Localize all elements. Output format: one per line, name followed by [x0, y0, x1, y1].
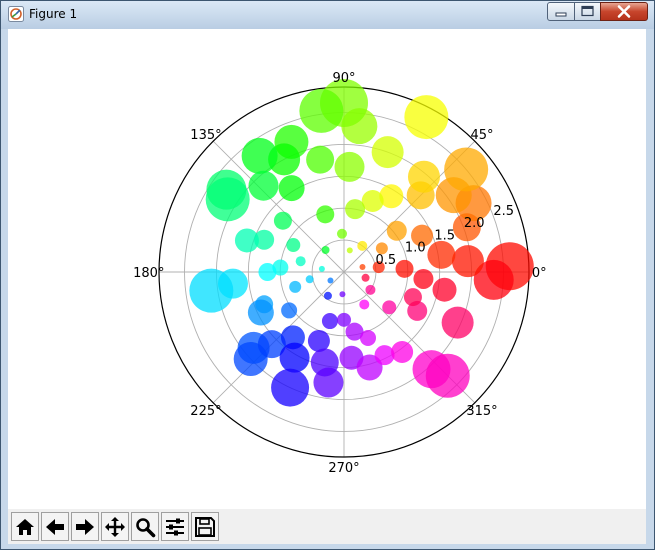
scatter-point-66 [339, 291, 346, 298]
pan-button[interactable] [101, 512, 129, 541]
matplotlib-figure-icon [8, 6, 24, 22]
scatter-point-22 [346, 247, 353, 254]
theta-tick-label-7: 315° [466, 404, 497, 419]
scatter-point-63 [321, 313, 338, 330]
maximize-button[interactable] [574, 2, 601, 21]
title-bar[interactable]: Figure 1 [1, 1, 654, 29]
scatter-point-71 [360, 329, 377, 346]
r-tick-label-2: 1.5 [434, 228, 455, 243]
zoom-button[interactable] [131, 512, 159, 541]
r-tick-label-3: 2.0 [464, 216, 485, 231]
scatter-point-3 [427, 240, 456, 269]
scatter-point-53 [327, 277, 334, 284]
scatter-point-77 [382, 300, 397, 315]
scatter-point-78 [365, 284, 376, 295]
sliders-icon [166, 518, 184, 536]
scatter-point-4 [413, 268, 434, 289]
window-title: Figure 1 [29, 7, 78, 21]
scatter-point-30 [316, 205, 335, 224]
scatter-point-29 [306, 145, 335, 174]
scatter-point-44 [318, 265, 325, 272]
plot-area[interactable]: 0.5 1.0 1.5 2.0 2.5 0° 45° 90° 135° 180° 225° 270°… [8, 29, 646, 509]
polar-scatter-chart[interactable]: 0.5 1.0 1.5 2.0 2.5 0° 45° 90° 135° 180° 225° 270°… [8, 29, 646, 509]
minimize-button[interactable] [547, 2, 575, 21]
save-button[interactable] [191, 512, 219, 541]
figure-canvas-area: 0.5 1.0 1.5 2.0 2.5 0° 45° 90° 135° 180° 225° 270°… [8, 29, 646, 544]
scatter-point-19 [404, 95, 449, 140]
r-tick-label-4: 2.5 [493, 204, 514, 219]
scatter-point-82 [361, 273, 370, 282]
scatter-point-72 [374, 345, 395, 366]
scatter-point-73 [359, 299, 370, 310]
scatter-point-80 [441, 306, 474, 339]
scatter-point-25 [334, 151, 365, 182]
subplots-button[interactable] [161, 512, 189, 541]
scatter-point-23 [345, 199, 366, 220]
scatter-point-27 [336, 228, 347, 239]
scatter-point-54 [281, 302, 298, 319]
scatter-point-28 [299, 88, 344, 133]
scatter-point-40 [286, 238, 301, 253]
floppy-disk-icon [195, 517, 215, 537]
scatter-point-37 [273, 211, 292, 230]
scatter-point-35 [321, 246, 330, 255]
scatter-point-49 [305, 275, 314, 284]
r-tick-label-1: 1.0 [405, 241, 426, 256]
back-button[interactable] [41, 512, 69, 541]
scatter-point-14 [386, 220, 407, 241]
scatter-point-83 [432, 277, 457, 302]
scatter-point-17 [357, 240, 368, 251]
theta-tick-label-1: 45° [471, 128, 494, 143]
navigation-toolbar [8, 509, 646, 544]
minimize-icon [555, 12, 567, 17]
scatter-point-59 [323, 291, 332, 300]
forward-button[interactable] [71, 512, 99, 541]
theta-tick-label-5: 225° [190, 404, 221, 419]
scatter-point-5 [395, 259, 414, 278]
theta-tick-label-6: 270° [328, 461, 359, 476]
home-icon [16, 519, 34, 535]
scatter-point-43 [295, 256, 306, 267]
scatter-point-48 [189, 268, 234, 313]
scatter-point-15 [407, 160, 440, 193]
scatter-point-52 [247, 299, 274, 326]
arrow-right-icon [76, 519, 94, 535]
scatter-point-74 [391, 340, 414, 363]
scatter-point-21 [371, 136, 404, 169]
maximize-icon [581, 5, 594, 17]
scatter-point-12 [444, 147, 489, 192]
scatter-point-65 [313, 367, 344, 398]
arrow-left-icon [46, 519, 64, 535]
scatter-point-60 [279, 342, 310, 373]
figure-window: Figure 1 0.5 1.0 1.5 2.0 2.5 0° 45° 90° 135° 180… [0, 0, 655, 550]
scatter-point-42 [234, 228, 259, 253]
scatter-point-81 [403, 288, 422, 307]
scatter-point-7 [359, 264, 366, 271]
magnifier-icon [136, 518, 156, 538]
scatter-point-39 [205, 177, 250, 222]
theta-tick-label-0: 0° [532, 266, 547, 281]
scatter-point-2 [451, 245, 484, 278]
scatter-point-34 [241, 137, 278, 174]
scatter-point-76 [425, 353, 470, 398]
scatter-point-36 [248, 170, 279, 201]
scatter-point-61 [271, 368, 310, 407]
move-icon [105, 517, 125, 537]
scatter-point-50 [289, 280, 302, 293]
close-button[interactable] [600, 2, 648, 21]
theta-tick-label-2: 90° [332, 71, 355, 86]
theta-tick-label-3: 135° [190, 128, 221, 143]
r-tick-label-0: 0.5 [375, 253, 396, 268]
theta-tick-label-4: 180° [133, 266, 164, 281]
scatter-point-33 [278, 175, 305, 202]
scatter-point-46 [258, 263, 277, 281]
close-icon [617, 5, 631, 18]
home-button[interactable] [11, 512, 39, 541]
